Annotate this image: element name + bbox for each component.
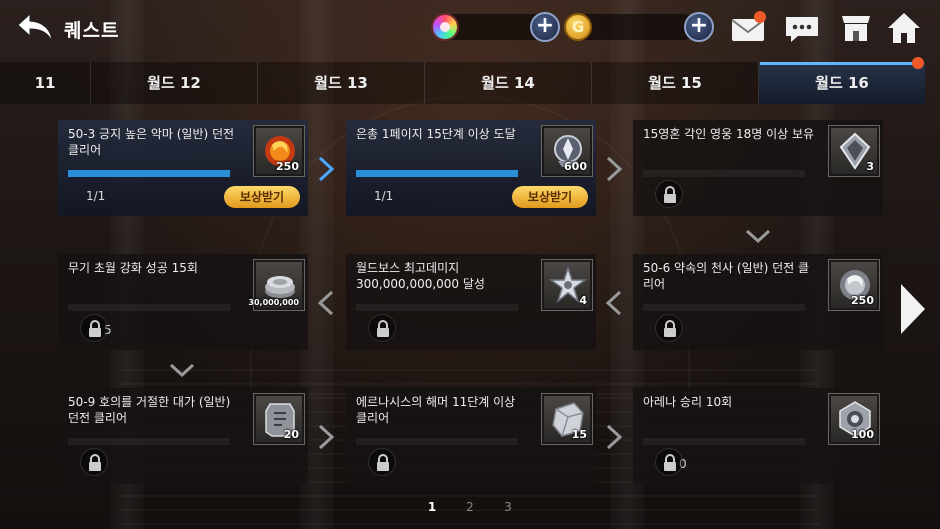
chevron-down-icon <box>744 226 771 254</box>
quest-card: 50-9 호의를 거절한 대가 (일반) 던전 클리어 20 <box>58 388 308 484</box>
progress-text: 1/1 <box>86 189 106 203</box>
reward-count: 20 <box>283 428 299 441</box>
quest-reward-slot[interactable]: 4 <box>541 259 593 311</box>
home-icon <box>888 13 920 43</box>
lock-icon <box>368 448 396 476</box>
page-title: 퀘스트 <box>64 20 120 42</box>
chevron-left-icon <box>603 289 625 317</box>
reward-count: 30,000,000 <box>248 298 299 307</box>
quest-card: 월드보스 최고데미지 300,000,000,000 달성 4 <box>346 254 596 350</box>
reward-count: 4 <box>579 294 587 307</box>
quest-reward-slot[interactable]: 600 <box>541 125 593 177</box>
chevron-right-icon <box>315 155 337 183</box>
quest-title: 은총 1페이지 15단계 이상 도달 <box>356 127 516 141</box>
reward-count: 600 <box>564 160 587 173</box>
quest-reward-slot[interactable]: 15 <box>541 393 593 445</box>
progress-bar <box>68 304 230 311</box>
home-button[interactable] <box>884 10 924 46</box>
quest-title: 50-9 호의를 거절한 대가 (일반) 던전 클리어 <box>68 395 231 425</box>
quest-reward-slot[interactable]: 250 <box>253 125 305 177</box>
progress-bar <box>356 438 518 445</box>
progress-text: 1/1 <box>374 189 394 203</box>
back-button[interactable] <box>14 10 58 46</box>
tab-world-13[interactable]: 월드 13 <box>258 62 424 104</box>
progress-bar <box>643 170 805 177</box>
quest-reward-slot[interactable]: 20 <box>253 393 305 445</box>
tab-world-15[interactable]: 월드 15 <box>592 62 758 104</box>
chevron-right-icon <box>901 284 925 334</box>
reward-count: 3 <box>866 160 874 173</box>
tab-world-12[interactable]: 월드 12 <box>91 62 257 104</box>
reward-count: 250 <box>276 160 299 173</box>
chat-icon <box>786 17 818 42</box>
page-indicator-2[interactable]: 2 <box>460 500 480 514</box>
quest-title: 아레나 승리 10회 <box>643 395 733 409</box>
shop-icon <box>842 16 870 41</box>
quest-card: 은총 1페이지 15단계 이상 도달 600 1/1 보상받기 <box>346 120 596 216</box>
tab-world-16[interactable]: 월드 16 <box>759 62 925 104</box>
lock-icon <box>655 448 683 476</box>
tab-world-14[interactable]: 월드 14 <box>425 62 591 104</box>
add-gold-button[interactable]: + <box>684 12 714 42</box>
chevron-down-icon <box>168 360 195 388</box>
quest-card: 아레나 승리 10회 100 0 <box>633 388 883 484</box>
active-tab-indicator <box>760 62 918 65</box>
next-page-button[interactable] <box>895 282 929 336</box>
chevron-right-icon <box>603 155 625 183</box>
world-tab-bar: 11 월드 12 월드 13 월드 14 월드 15 월드 16 <box>0 62 925 104</box>
quest-card: 무기 초월 강화 성공 15회 30,000,000 5 <box>58 254 308 350</box>
gold-coin-icon: G <box>564 13 592 41</box>
progress-bar <box>356 304 518 311</box>
quest-reward-slot[interactable]: 100 <box>828 393 880 445</box>
chevron-left-icon <box>315 289 337 317</box>
progress-fill <box>68 170 230 177</box>
notification-dot <box>754 11 766 23</box>
progress-bar <box>643 304 805 311</box>
page-indicator-3[interactable]: 3 <box>498 500 518 514</box>
reward-count: 100 <box>851 428 874 441</box>
lock-icon <box>368 314 396 342</box>
reward-count: 250 <box>851 294 874 307</box>
quest-title: 50-3 긍지 높은 악마 (일반) 던전 클리어 <box>68 127 235 157</box>
claim-reward-button[interactable]: 보상받기 <box>224 186 300 208</box>
progress-bar <box>643 438 805 445</box>
quest-title: 50-6 약속의 천사 (일반) 던전 클리어 <box>643 261 810 291</box>
chevron-right-icon <box>315 423 337 451</box>
lock-icon <box>80 314 108 342</box>
quest-reward-slot[interactable]: 250 <box>828 259 880 311</box>
chat-button[interactable] <box>782 10 822 46</box>
page-indicator-1[interactable]: 1 <box>422 500 442 514</box>
tab-world-11[interactable]: 11 <box>0 62 90 104</box>
progress-bar <box>356 170 518 177</box>
tab-notification-dot <box>912 57 924 69</box>
quest-card: 50-6 약속의 천사 (일반) 던전 클리어 250 <box>633 254 883 350</box>
quest-card: 15영혼 각인 영웅 18명 이상 보유 3 <box>633 120 883 216</box>
progress-bar <box>68 170 230 177</box>
quest-title: 에르나시스의 해머 11단계 이상 클리어 <box>356 395 516 425</box>
quest-title: 15영혼 각인 영웅 18명 이상 보유 <box>643 127 815 141</box>
back-arrow-icon <box>17 12 53 42</box>
progress-bar <box>68 438 230 445</box>
lock-icon <box>655 314 683 342</box>
quest-card: 에르나시스의 해머 11단계 이상 클리어 15 <box>346 388 596 484</box>
progress-fill <box>356 170 518 177</box>
chevron-right-icon <box>603 423 625 451</box>
quest-reward-slot[interactable]: 30,000,000 <box>248 259 305 311</box>
quest-title: 월드보스 최고데미지 300,000,000,000 달성 <box>356 261 485 291</box>
lock-icon <box>655 180 683 208</box>
quest-reward-slot[interactable]: 3 <box>828 125 880 177</box>
top-bar: 퀘스트 + G + <box>0 0 940 58</box>
shop-button[interactable] <box>836 10 876 46</box>
add-gem-button[interactable]: + <box>530 12 560 42</box>
quest-title: 무기 초월 강화 성공 15회 <box>68 261 198 275</box>
quest-card: 50-3 긍지 높은 악마 (일반) 던전 클리어 250 1/1 보상받기 <box>58 120 308 216</box>
lock-icon <box>80 448 108 476</box>
claim-reward-button[interactable]: 보상받기 <box>512 186 588 208</box>
reward-count: 15 <box>571 428 587 441</box>
rainbow-orb-icon <box>431 13 459 41</box>
